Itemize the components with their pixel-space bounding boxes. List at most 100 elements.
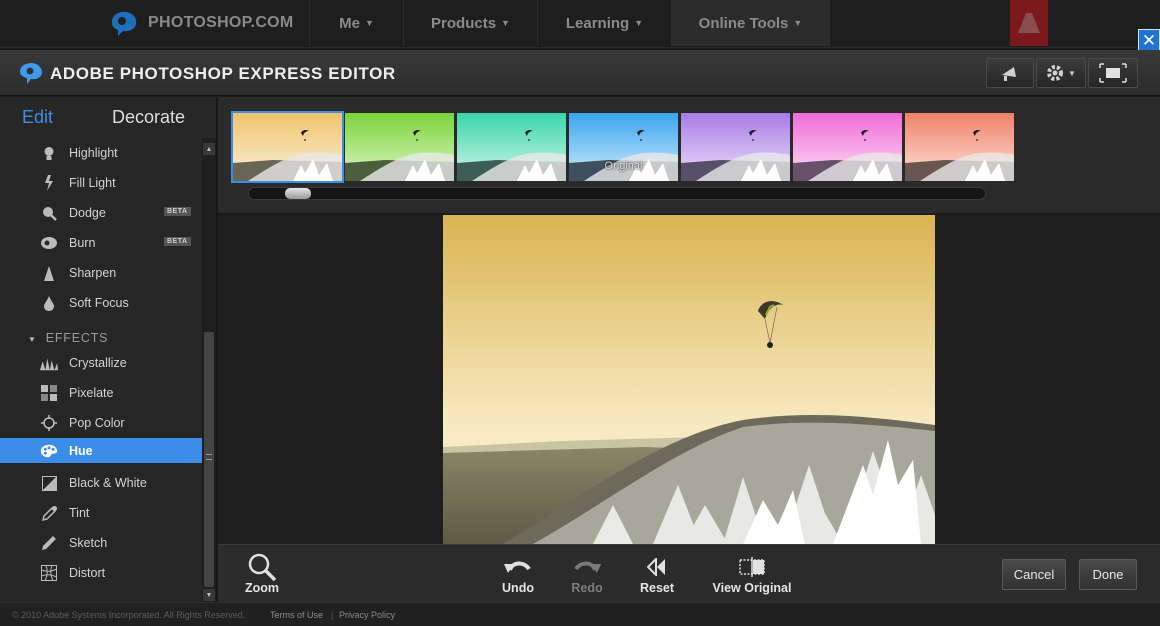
editor-logo-icon (20, 63, 42, 84)
presets-scroll-knob[interactable] (285, 188, 311, 199)
effect-label: Hue (69, 444, 93, 458)
tool-highlight[interactable]: Highlight (0, 140, 202, 165)
grid-icon (40, 384, 58, 402)
editor-title-bar: ADOBE PHOTOSHOP EXPRESS EDITOR ▼ (0, 50, 1160, 96)
pencil-icon (40, 534, 58, 552)
nav-online-tools[interactable]: Online Tools ▼ (671, 0, 830, 46)
nav-products[interactable]: Products ▼ (403, 0, 537, 46)
effect-pixelate[interactable]: Pixelate (0, 380, 202, 405)
presets-scrollbar[interactable] (248, 187, 986, 200)
chevron-down-icon: ▼ (1068, 68, 1076, 78)
flame-icon (40, 234, 58, 252)
tool-list: Highlight Fill Light Dodge BETA Burn BET… (0, 138, 202, 602)
effect-label: Pop Color (69, 416, 125, 430)
effect-label: Distort (69, 566, 106, 580)
done-button[interactable]: Done (1079, 559, 1137, 590)
hue-preset-thumbnail[interactable]: Original (569, 113, 678, 181)
effect-label: Black & White (69, 476, 147, 490)
copyright-text: © 2010 Adobe Systems Incorporated. All R… (12, 610, 246, 620)
tools-panel: Edit Decorate Highlight Fill Light Dodge… (0, 97, 217, 602)
hue-preset-thumbnail[interactable] (681, 113, 790, 181)
bulb-icon (40, 144, 58, 162)
tab-edit[interactable]: Edit (22, 107, 53, 128)
settings-menu-button[interactable]: ▼ (1036, 58, 1086, 88)
effect-hue[interactable]: Hue (0, 438, 202, 463)
reset-button[interactable]: Reset (639, 553, 675, 595)
effect-label: Crystallize (69, 356, 127, 370)
tab-decorate[interactable]: Decorate (112, 107, 185, 128)
effect-distort[interactable]: Distort (0, 560, 202, 585)
scrollbar-thumb[interactable] (204, 332, 214, 587)
nav-me[interactable]: Me ▼ (309, 0, 403, 46)
scroll-up-arrow-icon[interactable]: ▲ (203, 143, 215, 155)
megaphone-icon (1002, 67, 1016, 81)
hue-preset-thumbnail[interactable] (793, 113, 902, 181)
fullscreen-button[interactable] (1088, 58, 1138, 88)
brand-text: PHOTOSHOP.COM (148, 14, 294, 31)
hue-preset-thumbnail[interactable] (231, 111, 344, 183)
chevron-down-icon: ▼ (634, 18, 644, 28)
effect-pop-color[interactable]: Pop Color (0, 410, 202, 435)
effect-tint[interactable]: Tint (0, 500, 202, 525)
lightning-icon (40, 174, 58, 192)
adobe-logo-icon[interactable] (1010, 0, 1048, 46)
undo-arrow-icon (503, 553, 533, 581)
redo-label: Redo (571, 581, 603, 595)
hue-preset-thumbnail[interactable] (457, 113, 566, 181)
photoshop-logo-icon (112, 11, 137, 36)
close-editor-button[interactable]: ✕ (1138, 29, 1160, 51)
dropper-icon (40, 504, 58, 522)
tool-dodge[interactable]: Dodge BETA (0, 200, 202, 225)
beta-badge: BETA (164, 237, 191, 246)
beta-badge: BETA (164, 207, 191, 216)
edited-photo[interactable] (443, 215, 935, 544)
chevron-down-icon: ▼ (793, 18, 803, 28)
view-original-button[interactable]: View Original (712, 553, 792, 595)
hue-preset-thumbnail[interactable] (345, 113, 454, 181)
feedback-button[interactable] (986, 58, 1034, 88)
hue-preset-thumbnail[interactable] (905, 113, 1014, 181)
photoshop-brand-link[interactable]: PHOTOSHOP.COM (108, 0, 308, 46)
preset-preview-image (345, 113, 454, 181)
preset-preview-image (233, 113, 342, 181)
chevron-down-icon: ▼ (501, 18, 510, 28)
gear-icon (1047, 65, 1064, 81)
reset-label: Reset (639, 581, 675, 595)
terms-of-use-link[interactable]: Terms of Use (270, 610, 323, 620)
zoom-label: Zoom (244, 581, 280, 595)
effect-sketch[interactable]: Sketch (0, 530, 202, 555)
preset-preview-image (681, 113, 790, 181)
scroll-down-arrow-icon[interactable]: ▼ (203, 589, 215, 601)
cancel-button[interactable]: Cancel (1002, 559, 1066, 590)
tool-soft-focus[interactable]: Soft Focus (0, 290, 202, 315)
tool-fill-light[interactable]: Fill Light (0, 170, 202, 195)
cone-icon (40, 264, 58, 282)
tool-sharpen[interactable]: Sharpen (0, 260, 202, 285)
bw-square-icon (40, 474, 58, 492)
nav-learning[interactable]: Learning ▼ (537, 0, 671, 46)
effect-black-white[interactable]: Black & White (0, 470, 202, 495)
magnifier-icon (40, 204, 58, 222)
redo-button[interactable]: Redo (569, 553, 605, 595)
redo-arrow-icon (572, 553, 602, 581)
undo-button[interactable]: Undo (500, 553, 536, 595)
effects-header-label: EFFECTS (45, 331, 109, 345)
effect-crystallize[interactable]: Crystallize (0, 350, 202, 375)
tool-burn[interactable]: Burn BETA (0, 230, 202, 255)
hue-presets-strip: Original (218, 97, 1160, 214)
collapse-triangle-icon: ▼ (28, 335, 37, 344)
tool-list-scrollbar[interactable]: ▲ ▼ (202, 138, 216, 602)
undo-label: Undo (502, 581, 534, 595)
privacy-policy-link[interactable]: Privacy Policy (339, 610, 395, 620)
page-footer: © 2010 Adobe Systems Incorporated. All R… (0, 602, 1160, 626)
preset-preview-image (905, 113, 1014, 181)
tool-label: Sharpen (69, 266, 117, 280)
nav-online-tools-label: Online Tools (698, 14, 789, 32)
tool-label: Burn (69, 236, 96, 250)
grip-icon (206, 454, 212, 460)
preset-preview-image (457, 113, 566, 181)
effects-section-header[interactable]: ▼ EFFECTS (28, 331, 108, 345)
zoom-button[interactable]: Zoom (242, 553, 282, 595)
drop-icon (40, 294, 58, 312)
adobe-a-icon (1018, 13, 1040, 33)
